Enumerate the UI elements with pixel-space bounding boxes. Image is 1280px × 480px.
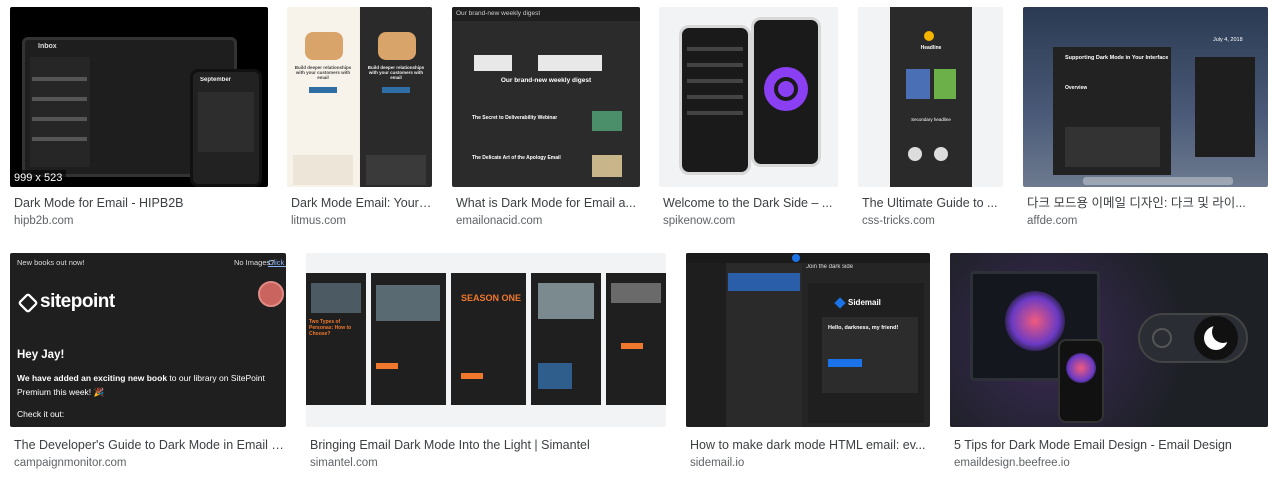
thumb-section-title: The Secret to Deliverability Webinar xyxy=(472,115,558,121)
compose-icon xyxy=(792,254,800,262)
result-card-hipb2b[interactable]: Inbox September 999 x 523 Dark Mode for … xyxy=(10,7,268,231)
thumb-persona-title: Two Types of Personas: How to Choose? xyxy=(309,319,352,337)
result-source[interactable]: campaignmonitor.com xyxy=(14,456,127,470)
result-thumbnail[interactable] xyxy=(950,253,1268,427)
result-thumbnail[interactable]: Our brand-new weekly digest Our brand-ne… xyxy=(452,7,640,187)
thumb-brand: sitepoint xyxy=(40,291,115,312)
thumb-body-text-2: Premium this week! 🎉 xyxy=(17,387,105,397)
logo-box xyxy=(474,55,512,71)
result-card-campaignmonitor[interactable]: New books out now! No Images? Click h si… xyxy=(10,253,286,477)
result-title[interactable]: The Ultimate Guide to ... xyxy=(862,195,1003,211)
result-thumbnail[interactable]: Inbox September 999 x 523 xyxy=(10,7,268,187)
result-title[interactable]: How to make dark mode HTML email: ev... xyxy=(690,437,930,453)
result-source[interactable]: emaildesign.beefree.io xyxy=(954,456,1070,470)
result-thumbnail[interactable]: Join the dark side Sidemail Hello, darkn… xyxy=(686,253,930,427)
thumb-headline: Headline xyxy=(920,45,942,51)
thumb-check-out: Check it out: xyxy=(17,409,65,419)
result-title[interactable]: Bringing Email Dark Mode Into the Light … xyxy=(310,437,666,453)
dock xyxy=(1083,177,1233,185)
thumb-headline: Build deeper relationships with your cus… xyxy=(367,65,425,80)
thumb-hello: Hello, darkness, my friend! xyxy=(828,325,899,331)
thumb-click-link[interactable]: Click h xyxy=(268,258,286,267)
handshake-illustration xyxy=(378,32,416,60)
result-card-emailonacid[interactable]: Our brand-new weekly digest Our brand-ne… xyxy=(452,7,640,231)
thumb-greeting: Hey Jay! xyxy=(17,349,65,361)
result-card-spikenow[interactable]: Welcome to the Dark Side – ... spikenow.… xyxy=(659,7,838,231)
thumb-inbox-label: Inbox xyxy=(38,43,57,50)
result-source[interactable]: litmus.com xyxy=(291,214,346,228)
result-source[interactable]: emailonacid.com xyxy=(456,214,542,228)
result-source[interactable]: css-tricks.com xyxy=(862,214,935,228)
result-title[interactable]: 다크 모드용 이메일 디자인: 다크 및 라이... xyxy=(1027,195,1268,211)
thumb-headline: Build deeper relationships with your cus… xyxy=(294,65,352,80)
thumb-new-books: New books out now! xyxy=(17,258,85,267)
result-card-sidemail[interactable]: Join the dark side Sidemail Hello, darkn… xyxy=(686,253,930,477)
thumb-month-label: September xyxy=(200,77,232,83)
thumb-overview: Overview xyxy=(1065,85,1088,91)
cta-button xyxy=(828,359,862,367)
result-thumbnail[interactable]: Headline Secondary headline xyxy=(858,7,1003,187)
result-card-affde[interactable]: Supporting Dark Mode in Your Interface O… xyxy=(1023,7,1268,231)
thumb-date: July 4, 2018 xyxy=(1213,37,1243,43)
thumb-season-title: SEASON ONE xyxy=(461,293,522,303)
result-thumbnail[interactable]: Two Types of Personas: How to Choose? SE… xyxy=(306,253,666,427)
result-thumbnail[interactable] xyxy=(659,7,838,187)
result-thumbnail[interactable]: New books out now! No Images? Click h si… xyxy=(10,253,286,427)
result-thumbnail[interactable]: Build deeper relationships with your cus… xyxy=(287,7,432,187)
result-title[interactable]: Dark Mode for Email - HIPB2B xyxy=(14,195,268,211)
selected-message xyxy=(728,273,800,291)
author-avatar xyxy=(258,281,284,307)
result-title[interactable]: Welcome to the Dark Side – ... xyxy=(663,195,838,211)
result-title[interactable]: Dark Mode Email: Your ... xyxy=(291,195,432,211)
result-source[interactable]: simantel.com xyxy=(310,456,378,470)
thumb-email-subject: Our brand-new weekly digest xyxy=(456,10,541,17)
result-source[interactable]: hipb2b.com xyxy=(14,214,73,228)
thumb-secondary-headline: Secondary headline xyxy=(911,117,951,122)
result-card-css-tricks[interactable]: Headline Secondary headline The Ultimate… xyxy=(858,7,1003,231)
thumb-join-subject: Join the dark side xyxy=(806,264,854,270)
result-card-litmus[interactable]: Build deeper relationships with your cus… xyxy=(287,7,432,231)
mail-sidebar xyxy=(686,263,726,427)
result-title[interactable]: 5 Tips for Dark Mode Email Design - Emai… xyxy=(954,437,1268,453)
thumb-body-text: We have added an exciting new book to ou… xyxy=(17,373,265,383)
result-source[interactable]: affde.com xyxy=(1027,214,1077,228)
thumb-section-title: The Delicate Art of the Apology Email xyxy=(472,155,561,161)
handshake-illustration xyxy=(305,32,343,60)
result-source[interactable]: sidemail.io xyxy=(690,456,744,470)
image-dimensions: 999 x 523 xyxy=(10,170,67,187)
result-source[interactable]: spikenow.com xyxy=(663,214,735,228)
sitepoint-logo-icon xyxy=(17,292,39,314)
result-thumbnail[interactable]: Supporting Dark Mode in Your Interface O… xyxy=(1023,7,1268,187)
result-title[interactable]: What is Dark Mode for Email a... xyxy=(456,195,640,211)
chrome-logo-icon xyxy=(924,31,934,41)
thumb-brand: Sidemail xyxy=(848,298,881,307)
logo-box xyxy=(538,55,602,71)
result-card-beefree[interactable]: 5 Tips for Dark Mode Email Design - Emai… xyxy=(950,253,1268,477)
result-title[interactable]: The Developer's Guide to Dark Mode in Em… xyxy=(14,437,286,453)
sun-icon xyxy=(1152,328,1172,348)
result-card-simantel[interactable]: Two Types of Personas: How to Choose? SE… xyxy=(306,253,666,477)
thumb-heading: Supporting Dark Mode in Your Interface xyxy=(1065,55,1169,61)
thumb-digest-title: Our brand-new weekly digest xyxy=(500,77,592,84)
